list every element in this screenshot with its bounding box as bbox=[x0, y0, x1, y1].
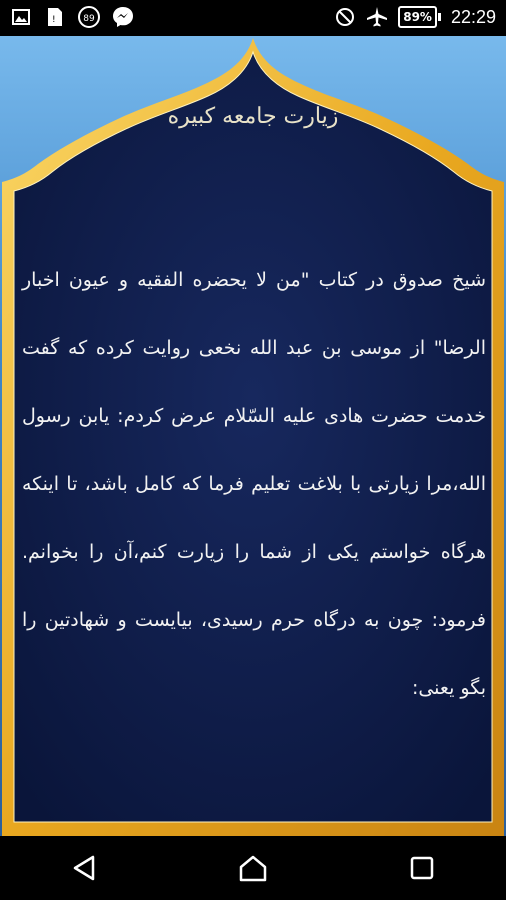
status-bar: ! 89 89% 22:29 bbox=[0, 0, 506, 36]
body-text: شیخ صدوق در کتاب "من لا یحضره الفقیه و ع… bbox=[22, 269, 486, 699]
page-title: زیارت جامعه کبیره bbox=[167, 104, 339, 129]
navigation-bar bbox=[0, 836, 506, 900]
sim-icon: ! bbox=[44, 6, 66, 28]
battery-icon: 89% bbox=[398, 6, 441, 28]
recents-button[interactable] bbox=[392, 843, 452, 893]
messenger-icon bbox=[112, 6, 134, 28]
back-triangle-icon bbox=[74, 855, 95, 881]
app-content: زیارت جامعه کبیره شیخ صدوق در کتاب "من ل… bbox=[0, 36, 506, 836]
notification-icons: ! 89 bbox=[10, 6, 134, 28]
home-icon bbox=[239, 855, 267, 882]
badge-89-icon: 89 bbox=[78, 6, 100, 28]
airplane-icon bbox=[366, 6, 388, 28]
svg-text:89: 89 bbox=[83, 14, 95, 24]
image-icon bbox=[10, 6, 32, 28]
system-icons: 89% 22:29 bbox=[334, 6, 496, 28]
home-button[interactable] bbox=[223, 843, 283, 893]
clock: 22:29 bbox=[450, 6, 496, 27]
do-not-disturb-icon bbox=[334, 6, 356, 28]
back-button[interactable] bbox=[54, 843, 114, 893]
recents-square-icon bbox=[410, 856, 433, 880]
svg-text:!: ! bbox=[52, 15, 56, 25]
battery-percent: 89% bbox=[398, 6, 437, 28]
